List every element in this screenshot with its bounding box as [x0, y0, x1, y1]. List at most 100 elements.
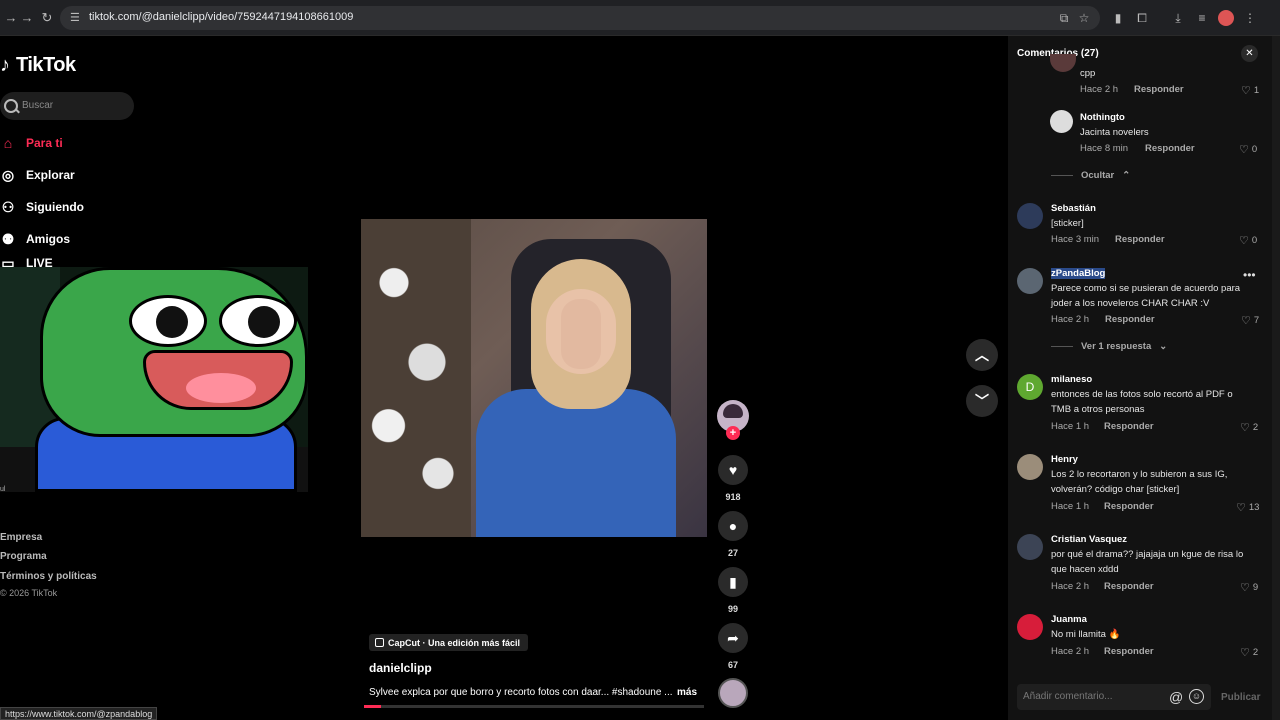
copyright: © 2026 TikTok: [0, 588, 58, 598]
comment-avatar[interactable]: [1017, 534, 1043, 560]
search-placeholder: Buscar: [22, 100, 54, 111]
comment-input[interactable]: Añadir comentario... @ ☺: [1017, 684, 1211, 710]
reply-button[interactable]: Responder: [1115, 234, 1165, 245]
footer-link-programa[interactable]: Programa: [0, 551, 47, 562]
footer-link-empresa[interactable]: Empresa: [0, 532, 42, 543]
comment-like-button[interactable]: ♡ 0: [1239, 143, 1257, 156]
publish-button[interactable]: Publicar: [1221, 692, 1260, 703]
hide-label: Ocultar: [1081, 170, 1115, 181]
tiktok-logo[interactable]: ♪ TikTok: [0, 54, 76, 77]
sidebar-item-siguiendo[interactable]: ⚇ Siguiendo: [0, 196, 84, 218]
comment-username[interactable]: milaneso: [1051, 374, 1092, 385]
like-button[interactable]: ♥: [718, 455, 748, 485]
comment-avatar[interactable]: [1017, 614, 1043, 640]
search-input[interactable]: Buscar: [0, 92, 134, 120]
music-disc-avatar[interactable]: [718, 678, 748, 708]
picture-in-picture-video[interactable]: [0, 267, 308, 492]
emoji-icon[interactable]: ☺: [1189, 689, 1204, 704]
comment-like-button[interactable]: ♡ 13: [1236, 501, 1259, 514]
comment-username[interactable]: Cristian Vasquez: [1051, 534, 1127, 545]
media-icon[interactable]: ≡: [1194, 10, 1210, 26]
video-author[interactable]: danielclipp: [369, 661, 432, 675]
comment-text: por qué el drama?? jajajaja un kgue de r…: [1051, 549, 1244, 575]
comment-like-button[interactable]: ♡ 1: [1241, 84, 1259, 97]
forward-icon[interactable]: →: [18, 9, 36, 27]
comment-username[interactable]: zPandaBlog: [1051, 268, 1106, 279]
reply-button[interactable]: Responder: [1104, 501, 1154, 512]
comment-like-button[interactable]: ♡ 2: [1240, 646, 1258, 659]
reply-button[interactable]: Responder: [1104, 646, 1154, 657]
comment-like-button[interactable]: ♡ 2: [1240, 421, 1258, 434]
comment-username[interactable]: Juanma: [1051, 614, 1087, 625]
logo-text: TikTok: [16, 54, 76, 76]
extension-icon[interactable]: ▮: [1110, 10, 1126, 26]
sidebar-item-amigos[interactable]: ⚉ Amigos: [0, 228, 70, 250]
video-player[interactable]: [361, 219, 707, 537]
comment-like-button[interactable]: ♡ 9: [1240, 581, 1258, 594]
reply-button[interactable]: Responder: [1105, 314, 1155, 325]
comment-time: Hace 2 h: [1051, 646, 1090, 657]
chevron-up-icon: ︿: [975, 347, 989, 363]
comment-avatar[interactable]: [1017, 203, 1043, 229]
save-button[interactable]: ▮: [718, 567, 748, 597]
comment-like-button[interactable]: ♡ 7: [1241, 314, 1259, 327]
comment-button[interactable]: ●: [718, 511, 748, 541]
browser-toolbar: → → ↻ ☰ tiktok.com/@danielclipp/video/75…: [0, 0, 1280, 36]
extensions-puzzle-icon[interactable]: ⧠: [1134, 10, 1150, 26]
comment-username[interactable]: Henry: [1051, 454, 1078, 465]
comment-avatar[interactable]: [1017, 268, 1043, 294]
hide-replies-button[interactable]: Ocultar ⌃: [1051, 170, 1130, 181]
close-comments-button[interactable]: ✕: [1241, 45, 1258, 62]
capcut-icon: [375, 638, 384, 647]
pepe-mouth: [143, 350, 293, 410]
reply-button[interactable]: Responder: [1104, 421, 1154, 432]
user-follow-icon: ⚇: [1, 199, 15, 215]
download-icon[interactable]: ⤓: [1170, 10, 1186, 26]
view-replies-button[interactable]: Ver 1 respuesta ⌄: [1051, 341, 1167, 352]
follow-plus-icon[interactable]: +: [726, 426, 740, 440]
menu-dots-icon[interactable]: ⋮: [1242, 10, 1258, 26]
comment-time: Hace 2 h: [1080, 84, 1119, 95]
bookmark-star-icon[interactable]: ☆: [1076, 10, 1092, 26]
comment-input-placeholder: Añadir comentario...: [1023, 691, 1113, 702]
sidebar-item-para-ti[interactable]: ⌂ Para ti: [0, 132, 63, 154]
like-count: 0: [1251, 144, 1258, 155]
comment-avatar[interactable]: D: [1017, 374, 1043, 400]
comment-time: Hace 8 min: [1080, 143, 1129, 154]
reply-button[interactable]: Responder: [1145, 143, 1195, 154]
heart-icon: ♥: [728, 462, 738, 478]
capcut-label: CapCut · Una edición más fácil: [388, 637, 521, 648]
capcut-badge[interactable]: CapCut · Una edición más fácil: [369, 634, 529, 651]
comment-username[interactable]: Nothingto: [1080, 112, 1125, 123]
more-button[interactable]: más: [677, 687, 697, 698]
comment-text: cpp: [1080, 68, 1096, 79]
heart-outline-icon: ♡: [1239, 144, 1249, 156]
comment-time: Hace 2 h: [1051, 581, 1090, 592]
reload-icon[interactable]: ↻: [38, 9, 56, 27]
more-options-icon[interactable]: •••: [1243, 268, 1256, 282]
sidebar-item-explorar[interactable]: ◎ Explorar: [0, 164, 75, 186]
comment-username[interactable]: Sebastián: [1051, 203, 1096, 214]
reply-button[interactable]: Responder: [1134, 84, 1184, 95]
reply-button[interactable]: Responder: [1104, 581, 1154, 592]
previous-video-button[interactable]: ︿: [966, 339, 998, 371]
cast-icon[interactable]: ⧉: [1056, 10, 1072, 26]
comment-avatar[interactable]: [1050, 110, 1073, 133]
comment-avatar[interactable]: [1017, 454, 1043, 480]
next-video-button[interactable]: ﹀: [966, 385, 998, 417]
profile-avatar[interactable]: [1218, 10, 1234, 26]
video-person-shirt: [476, 389, 676, 537]
share-button[interactable]: ➦: [718, 623, 748, 653]
comment-text: Jacinta novelers: [1080, 127, 1149, 138]
like-count: 2: [1252, 422, 1259, 433]
footer-link-terminos[interactable]: Términos y políticas: [0, 571, 97, 582]
mention-icon[interactable]: @: [1169, 689, 1183, 705]
chevron-down-icon: ﹀: [975, 393, 989, 409]
video-progress-bar[interactable]: [364, 705, 704, 708]
chevron-down-icon: ⌄: [1159, 341, 1168, 352]
comment-text: entonces de las fotos solo recortó al PD…: [1051, 389, 1233, 415]
home-icon: ⌂: [3, 135, 13, 151]
address-bar[interactable]: ☰ tiktok.com/@danielclipp/video/75924471…: [60, 6, 1100, 30]
comment-like-button[interactable]: ♡ 0: [1239, 234, 1257, 247]
site-info-icon[interactable]: ☰: [70, 11, 84, 25]
